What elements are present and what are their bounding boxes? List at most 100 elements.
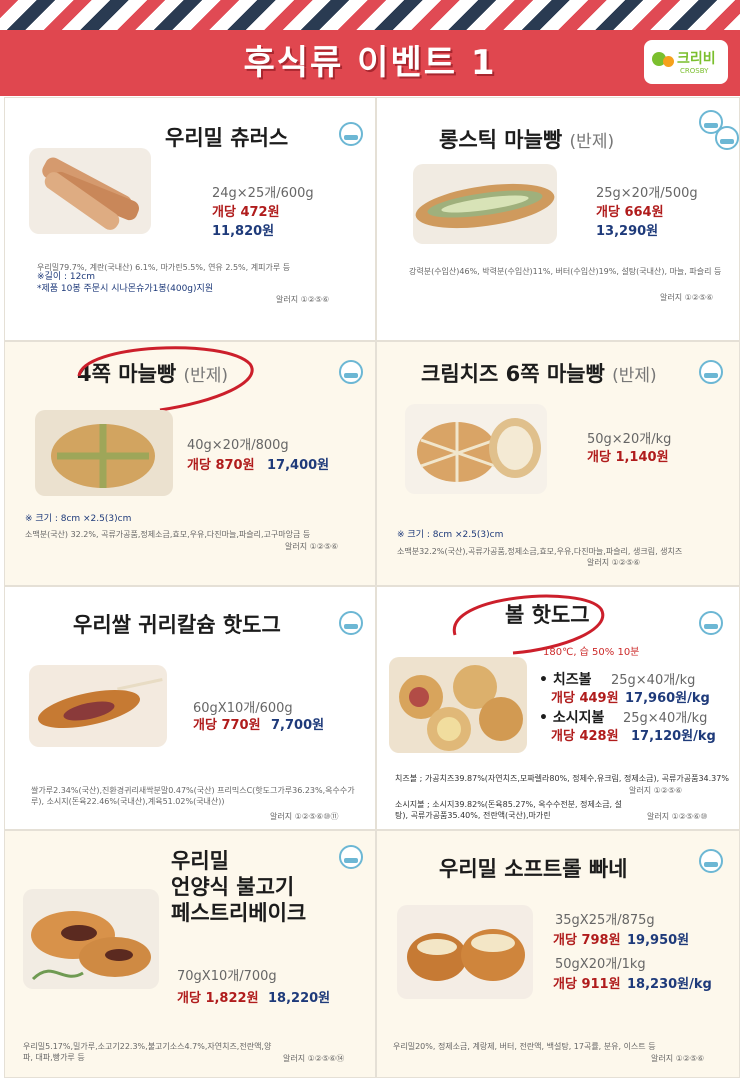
product-photo — [35, 410, 173, 496]
ingredients: 강력분(수입산)46%, 박력분(수입산)11%, 버터(수입산)19%, 설탕… — [409, 267, 722, 276]
product-spec: 25g×20개/500g — [596, 186, 698, 201]
ingredients-cheese: 치즈볼 ; 가공치즈39.87%(자연치즈,모짜렐라80%, 정제수,유크림, … — [395, 774, 729, 783]
variant-name: • 소시지볼 — [539, 710, 605, 726]
unit-price: 개당 1,140원 — [587, 450, 669, 465]
product-card-4piece-garlic: 4쪽 마늘빵 (반제) 40g×20개/800g 개당 870원 17,400원… — [4, 341, 376, 586]
cooking-note: 180℃, 습 50% 10분 — [543, 647, 640, 658]
total-price: 13,290원 — [596, 224, 659, 239]
logo-text: 크리비 — [677, 51, 716, 67]
product-title: 우리밀 소프트롤 빠네 — [439, 857, 628, 881]
product-spec: 50g×20개/kg — [587, 432, 672, 447]
haccp-badge-icon — [339, 845, 363, 869]
unit-price: 개당 664원 — [596, 205, 664, 220]
haccp-badge-icon — [339, 360, 363, 384]
unit-price: 개당 472원 — [212, 205, 280, 220]
page-title: 후식류 이벤트 1 — [243, 43, 497, 83]
brand-logo: 크리비 CROSBY — [644, 40, 728, 84]
product-title-line3: 페스트리베이크 — [171, 901, 307, 925]
unit-price: 개당 870원 — [187, 458, 255, 473]
variant-unit-price: 개당 428원 — [551, 729, 619, 744]
softroll-image — [407, 929, 525, 981]
product-spec: 70gX10개/700g — [177, 969, 277, 984]
product-title: 우리밀 츄러스 — [165, 126, 289, 150]
allergy-info: 알러지 ①②⑤⑥ — [285, 542, 339, 551]
hotdog-image — [38, 678, 163, 729]
allergy-info-sausage: 알러지 ①②⑤⑥⑩ — [647, 812, 708, 821]
title-text: 크림치즈 6쪽 마늘빵 — [421, 362, 605, 386]
total-price: 18,220원 — [268, 991, 331, 1006]
product-card-ball-hotdog: 볼 핫도그 180℃, 습 50% 10분 • 치즈볼 25g×40개/kg 개… — [376, 586, 740, 830]
unit-price: 개당 770원 — [193, 718, 261, 733]
allergy-info: 알러지 ①②⑤⑥ — [276, 295, 330, 304]
product-photo — [397, 905, 533, 999]
variant-unit-price: 개당 911원 — [553, 977, 621, 992]
variant-total-price: 18,230원/kg — [627, 977, 712, 992]
half-baked-label: (반제) — [612, 366, 657, 386]
product-photo — [29, 148, 151, 234]
allergy-info: 알러지 ①②⑤⑥ — [651, 1054, 705, 1063]
allergy-info: 알러지 ①②⑤⑥ — [587, 558, 641, 567]
pastry-image — [31, 911, 151, 981]
allergy-info-cheese: 알러지 ①②⑤⑥ — [629, 786, 683, 795]
product-card-creamcheese-garlic: 크림치즈 6쪽 마늘빵 (반제) 50g×20개/kg 개당 1,140원 ※ … — [376, 341, 740, 586]
length-note: ※길이 : 12cm — [37, 272, 96, 282]
header-banner: 후식류 이벤트 1 크리비 CROSBY — [0, 30, 740, 96]
product-card-softroll-pane: 우리밀 소프트롤 빠네 35gX25개/875g 개당 798원 19,950원… — [376, 830, 740, 1078]
variant-total-price: 19,950원 — [627, 933, 690, 948]
creamcheese-bread-image — [417, 418, 541, 482]
ingredients: 우리밀20%, 정제소금, 계랑제, 버터, 전란액, 백설탕, 17곡률, 분… — [393, 1042, 656, 1051]
half-baked-label: (반제) — [183, 366, 229, 386]
ingredients: 소맥분(국산) 32.2%, 곡류가공품,정제소금,효모,우유,다진마늘,파슬리… — [25, 530, 311, 539]
variant-spec: 50gX20개/1kg — [555, 957, 646, 972]
product-photo — [23, 889, 159, 989]
allergy-info: 알러지 ①②⑤⑥⑭ — [283, 1054, 345, 1063]
ingredients: 쌀가루2.34%(국산),진환경귀리새싹분말0.47%(국산) 프리믹스C(핫도… — [31, 786, 355, 806]
size-note: ※ 크기 : 8cm ×2.5(3)cm — [25, 514, 132, 524]
haccp-badge-icon — [339, 611, 363, 635]
variant-spec: 25g×40개/kg — [611, 673, 696, 688]
promo-note: *제품 10봉 주문시 시나몬슈가1봉(400g)지원 — [37, 284, 214, 294]
haccp-badge-icon — [699, 360, 723, 384]
haccp-badge-icon — [699, 849, 723, 873]
haccp-badge-icon — [699, 611, 723, 635]
product-photo — [389, 657, 527, 753]
ingredients: 우리밀5.17%,밀가루,소고기22.3%,불고기소스4.7%,자연치즈,전란액… — [23, 1042, 272, 1062]
logo-subtext: CROSBY — [680, 67, 709, 75]
product-title: 볼 핫도그 — [505, 603, 590, 627]
product-title: 우리쌀 귀리칼슘 핫도그 — [73, 613, 281, 637]
allergy-info: 알러지 ①②⑤⑥ — [660, 293, 714, 302]
variant-total-price: 17,960원/kg — [625, 691, 710, 706]
logo-dot-icon — [663, 56, 674, 67]
ingredients: 소맥분32.2%(국산),곡류가공품,정제소금,효모,우유,다진마늘,파슬리, … — [397, 547, 683, 556]
product-card-bulgogi-pastry: 우리밀 언양식 불고기 페스트리베이크 70gX10개/700g 개당 1,82… — [4, 830, 376, 1078]
decorative-stripes — [0, 0, 740, 34]
total-price: 17,400원 — [267, 458, 330, 473]
total-price: 11,820원 — [212, 224, 275, 239]
unit-price: 개당 1,822원 — [177, 991, 259, 1006]
allergy-info: 알러지 ①②⑤⑥⑩⑪ — [270, 812, 339, 821]
half-baked-label: (반제) — [569, 132, 615, 152]
variant-spec: 35gX25개/875g — [555, 913, 655, 928]
size-note: ※ 크기 : 8cm ×2.5(3)cm — [397, 530, 504, 540]
product-photo — [405, 404, 547, 494]
total-price: 7,700원 — [271, 718, 325, 733]
variant-total-price: 17,120원/kg — [631, 729, 716, 744]
variant-unit-price: 개당 449원 — [551, 691, 619, 706]
title-text: 롱스틱 마늘빵 — [439, 128, 563, 152]
longstick-bread-image — [415, 183, 555, 229]
garlic-bread-image — [51, 424, 155, 488]
variant-name: • 치즈볼 — [539, 672, 592, 688]
product-title: 크림치즈 6쪽 마늘빵 (반제) — [421, 358, 657, 388]
title-text: 4쪽 마늘빵 — [77, 362, 177, 386]
ingredients-sausage: 소시지볼 ; 소시지39.82%(돈육85.27%, 옥수수전분, 정제소금, … — [395, 800, 623, 820]
haccp-badge-icon — [715, 126, 739, 150]
product-title: 롱스틱 마늘빵 (반제) — [439, 124, 614, 154]
product-photo — [29, 665, 167, 747]
product-spec: 24g×25개/600g — [212, 186, 314, 201]
churros-image — [42, 157, 139, 230]
product-card-longstick: 롱스틱 마늘빵 (반제) 25g×20개/500g 개당 664원 13,290… — [376, 97, 740, 341]
haccp-badge-icon — [339, 122, 363, 146]
variant-unit-price: 개당 798원 — [553, 933, 621, 948]
product-photo — [413, 164, 557, 244]
product-card-churros: 우리밀 츄러스 24g×25개/600g 개당 472원 11,820원 우리밀… — [4, 97, 376, 341]
